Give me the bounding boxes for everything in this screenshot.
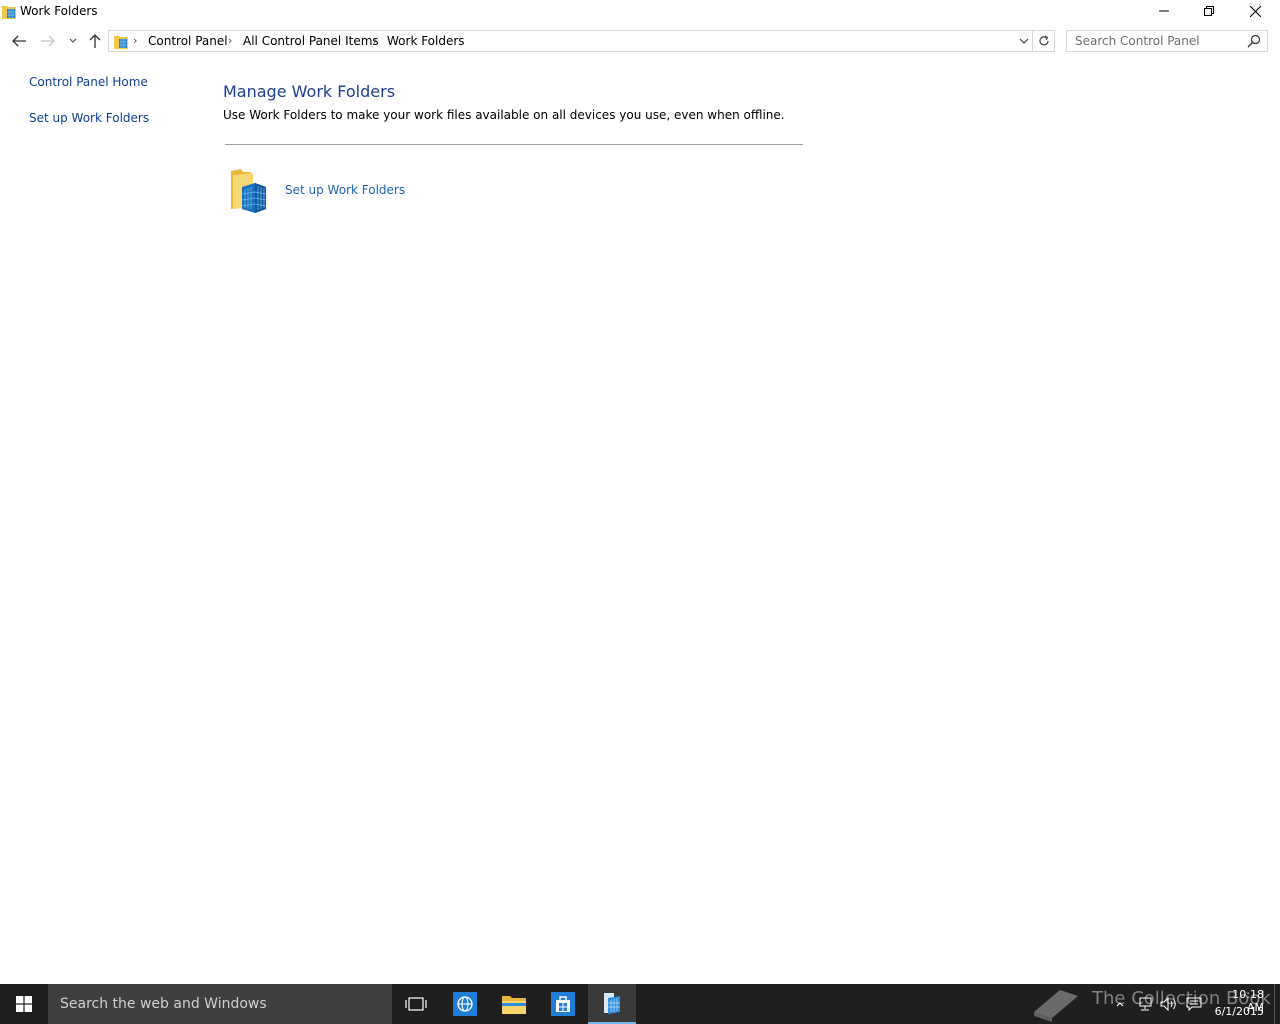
minimize-button[interactable] (1141, 0, 1187, 22)
network-tray-button[interactable] (1135, 994, 1155, 1014)
page-description: Use Work Folders to make your work files… (223, 108, 785, 122)
address-dropdown-button[interactable] (1015, 32, 1033, 50)
search-icon[interactable] (1247, 34, 1261, 48)
forward-button[interactable] (37, 30, 59, 52)
start-button[interactable] (0, 984, 48, 1024)
taskbar: Search the web and Windows The Collectio… (0, 984, 1280, 1024)
up-button[interactable] (84, 30, 106, 52)
minimize-icon (1159, 10, 1169, 12)
chevron-down-icon (69, 38, 77, 43)
chevron-down-icon (1019, 38, 1029, 44)
breadcrumb-work-folders[interactable]: Work Folders (387, 34, 465, 48)
breadcrumb-separator-icon[interactable]: › (228, 34, 232, 47)
left-setup-work-folders-link[interactable]: Set up Work Folders (29, 111, 149, 125)
internet-explorer-taskbar-button[interactable] (441, 984, 489, 1024)
work-folders-app-icon (2, 6, 16, 19)
title-bar[interactable]: Work Folders (0, 0, 1280, 24)
back-button[interactable] (8, 30, 30, 52)
search-placeholder: Search Control Panel (1075, 34, 1200, 48)
divider (225, 144, 803, 145)
breadcrumb-separator-icon[interactable]: › (373, 34, 377, 47)
internet-explorer-icon (453, 992, 477, 1016)
windows-logo-icon (16, 996, 32, 1012)
breadcrumb-separator-icon[interactable]: › (133, 34, 137, 47)
refresh-icon (1038, 35, 1049, 46)
close-button[interactable] (1232, 0, 1278, 22)
restore-icon (1204, 6, 1214, 16)
network-icon (1139, 997, 1152, 1011)
task-view-icon (405, 997, 427, 1011)
show-desktop-button[interactable] (1274, 984, 1280, 1024)
search-input[interactable]: Search Control Panel (1066, 30, 1268, 52)
taskbar-search-box[interactable]: Search the web and Windows (48, 984, 392, 1024)
forward-arrow-icon (41, 35, 55, 47)
close-icon (1249, 5, 1261, 17)
clock-date[interactable]: 6/1/2015 (1212, 1005, 1264, 1018)
store-taskbar-button[interactable] (539, 984, 587, 1024)
action-center-button[interactable] (1184, 994, 1204, 1014)
task-view-button[interactable] (392, 984, 440, 1024)
control-panel-home-link[interactable]: Control Panel Home (29, 75, 148, 89)
work-folders-icon (604, 993, 620, 1014)
file-explorer-taskbar-button[interactable] (490, 984, 538, 1024)
breadcrumb-control-panel[interactable]: Control Panel (148, 34, 228, 48)
address-bar[interactable]: › Control Panel › All Control Panel Item… (108, 30, 1033, 52)
restore-button[interactable] (1186, 0, 1232, 22)
file-explorer-icon (502, 996, 526, 1014)
up-arrow-icon (89, 34, 101, 48)
work-folders-taskbar-button[interactable] (588, 984, 636, 1024)
control-panel-window: Work Folders › Control Panel › All Contr… (0, 0, 1280, 984)
setup-work-folders-link[interactable]: Set up Work Folders (285, 183, 405, 197)
store-icon (551, 992, 575, 1016)
back-arrow-icon (12, 35, 26, 47)
action-center-icon (1186, 997, 1202, 1011)
watermark-book-icon (1034, 990, 1078, 1022)
control-panel-icon (114, 36, 128, 49)
breadcrumb-all-items[interactable]: All Control Panel Items (243, 34, 379, 48)
navigation-bar: › Control Panel › All Control Panel Item… (0, 28, 1280, 54)
refresh-button[interactable] (1033, 30, 1055, 52)
chevron-up-icon (1116, 1001, 1124, 1006)
show-hidden-icons-button[interactable] (1110, 994, 1130, 1014)
page-title: Manage Work Folders (223, 82, 396, 101)
volume-icon (1160, 997, 1176, 1011)
window-title: Work Folders (20, 4, 98, 18)
recent-locations-button[interactable] (62, 30, 84, 52)
volume-tray-button[interactable] (1159, 994, 1179, 1014)
taskbar-search-text: Search the web and Windows (60, 996, 267, 1012)
work-folders-icon[interactable] (229, 167, 267, 213)
